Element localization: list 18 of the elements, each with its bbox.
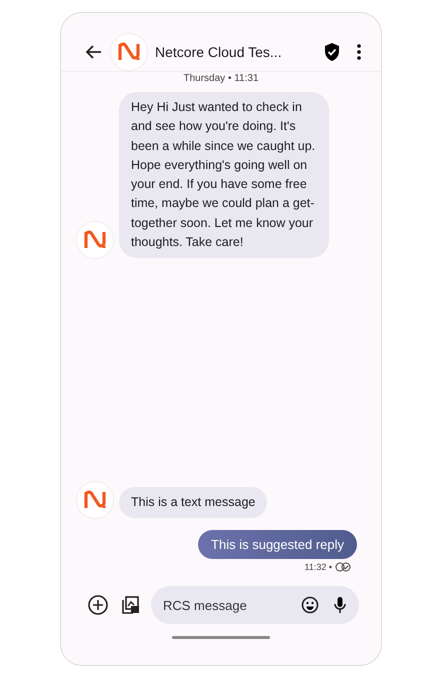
emoji-icon[interactable] <box>301 596 319 614</box>
avatar[interactable] <box>77 222 113 258</box>
message-field[interactable]: RCS message <box>151 586 359 624</box>
logo-icon <box>117 41 141 63</box>
message-bubble: This is a text message <box>119 486 268 518</box>
back-icon[interactable] <box>85 43 103 61</box>
message-input[interactable]: RCS message <box>163 598 287 612</box>
date-label: Thursday • 11:31 <box>182 73 260 84</box>
message-time: 11:32 • <box>304 562 332 572</box>
add-icon[interactable] <box>87 594 109 616</box>
avatar[interactable] <box>111 34 147 70</box>
gallery-icon[interactable] <box>119 594 141 616</box>
message-bubble: This is suggested reply <box>198 530 357 559</box>
microphone-icon[interactable] <box>333 596 347 614</box>
logo-icon <box>83 489 107 511</box>
message-bubble: Hey Hi Just wanted to check in and see how you're doing. It's been a while since we caught up. Hope everything's going well on your end. If you have some free time, maybe we could plan a get-together soon. Let me know your thoughts. Take care! <box>119 92 329 258</box>
avatar[interactable] <box>77 482 113 518</box>
contact-name: Netcore Cloud Tes... <box>155 44 283 60</box>
